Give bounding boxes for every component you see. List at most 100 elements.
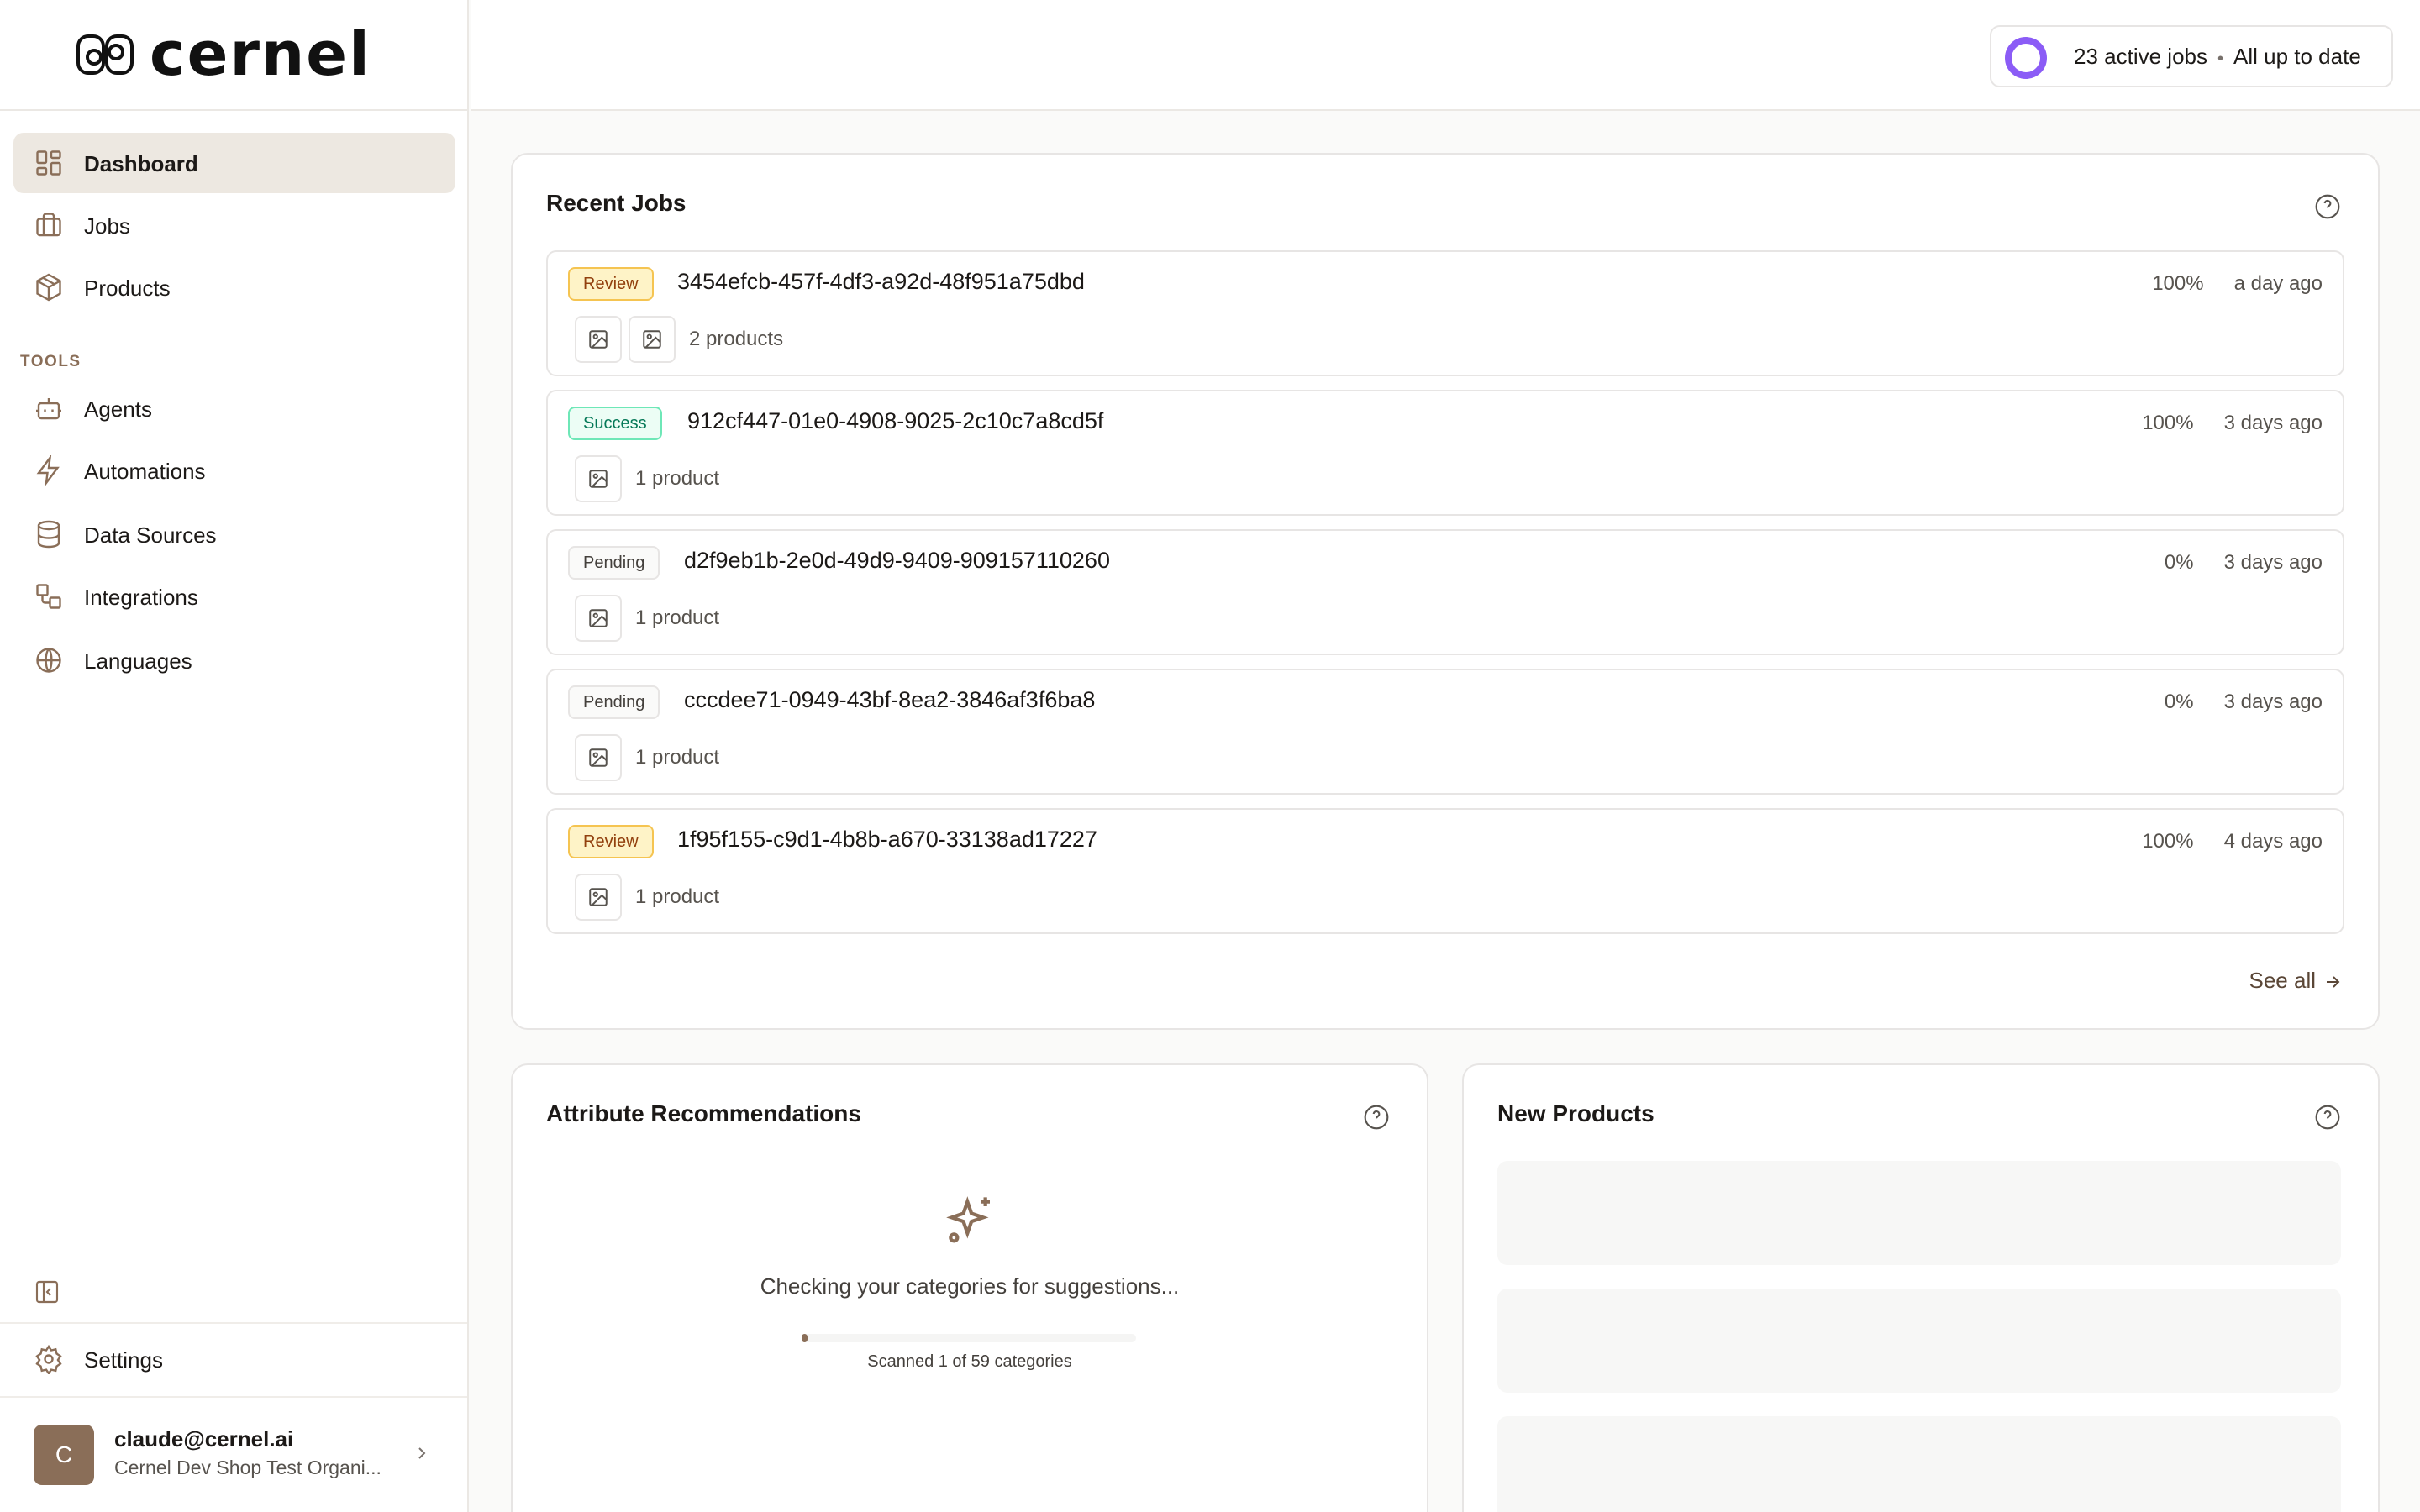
job-row[interactable]: Review 1f95f155-c9d1-4b8b-a670-33138ad17… — [546, 808, 2344, 934]
lightning-icon — [36, 455, 60, 486]
image-icon — [589, 609, 608, 627]
job-meta: 100% 3 days ago — [2142, 412, 2323, 435]
progress-ring-icon — [2005, 37, 2047, 79]
job-progress: 100% — [2152, 272, 2204, 295]
sidebar-item-label: Integrations — [84, 585, 198, 610]
scanned-status: Scanned 1 of 59 categories — [867, 1352, 1072, 1371]
job-progress: 100% — [2142, 830, 2194, 853]
status-badge: Review — [568, 267, 654, 301]
avatar: C — [34, 1425, 94, 1485]
sidebar-item-label: Dashboard — [84, 151, 198, 176]
divider — [0, 1322, 467, 1324]
sidebar-item-label: Jobs — [84, 213, 130, 239]
bot-icon — [36, 398, 61, 420]
sidebar-item-automations[interactable]: Automations — [13, 440, 455, 501]
user-org: Cernel Dev Shop Test Organi... — [114, 1457, 381, 1478]
sidebar-item-data-sources[interactable]: Data Sources — [13, 504, 455, 564]
product-count: 1 product — [635, 746, 720, 769]
card-title: Attribute Recommendations — [546, 1100, 861, 1126]
sidebar-item-dashboard[interactable]: Dashboard — [13, 133, 455, 193]
active-jobs-text: 23 active jobs • All up to date — [2074, 44, 2361, 70]
sidebar-item-label: Data Sources — [84, 522, 217, 548]
image-icon — [589, 748, 608, 767]
image-icon — [643, 330, 661, 349]
product-thumbnail[interactable] — [575, 734, 622, 781]
sidebar-item-settings[interactable]: Settings — [13, 1329, 455, 1389]
product-thumbnail[interactable] — [629, 316, 676, 363]
status-badge: Review — [568, 825, 654, 858]
sidebar-item-products[interactable]: Products — [13, 257, 455, 318]
job-progress: 100% — [2142, 412, 2194, 434]
jobs-status: All up to date — [2233, 44, 2361, 69]
see-all-link[interactable]: See all — [2249, 968, 2344, 994]
separator: • — [2217, 50, 2223, 68]
help-icon[interactable] — [2314, 1104, 2341, 1131]
product-count: 1 product — [635, 606, 720, 629]
sidebar-item-label: Languages — [84, 648, 192, 674]
product-count: 2 products — [689, 328, 784, 350]
collapse-sidebar-icon[interactable] — [34, 1278, 60, 1305]
job-row[interactable]: Review 3454efcb-457f-4df3-a92d-48f951a75… — [546, 250, 2344, 376]
sidebar-item-jobs[interactable]: Jobs — [13, 195, 455, 255]
sidebar-item-label: Agents — [84, 396, 152, 422]
user-menu[interactable]: C claude@cernel.ai Cernel Dev Shop Test … — [0, 1398, 467, 1512]
job-time: 3 days ago — [2223, 412, 2323, 434]
card-title: Recent Jobs — [546, 190, 687, 216]
loading-skeleton — [1497, 1416, 2341, 1512]
sidebar-item-integrations[interactable]: Integrations — [13, 566, 455, 627]
scan-progress-fill — [802, 1334, 808, 1342]
user-email: claude@cernel.ai — [114, 1426, 294, 1452]
sidebar-item-label: Products — [84, 276, 171, 301]
product-thumbnail[interactable] — [575, 455, 622, 502]
new-products-card: New Products — [1462, 1063, 2380, 1512]
status-badge: Pending — [568, 685, 660, 719]
arrow-right-icon — [2327, 976, 2340, 988]
chevron-right-icon — [418, 1447, 426, 1459]
sidebar-item-languages[interactable]: Languages — [13, 630, 455, 690]
sidebar-item-label: Automations — [84, 459, 206, 484]
job-row[interactable]: Pending d2f9eb1b-2e0d-49d9-9409-90915711… — [546, 529, 2344, 655]
job-id: cccdee71-0949-43bf-8ea2-3846af3f6ba8 — [684, 687, 1096, 712]
job-time: 3 days ago — [2223, 690, 2323, 713]
image-icon — [589, 470, 608, 488]
active-jobs-indicator[interactable]: 23 active jobs • All up to date — [1990, 25, 2393, 87]
image-icon — [589, 888, 608, 906]
sparkle-icon — [946, 1196, 990, 1243]
logo-area: cernel — [0, 0, 467, 111]
job-row[interactable]: Pending cccdee71-0949-43bf-8ea2-3846af3f… — [546, 669, 2344, 795]
product-thumbnail[interactable] — [575, 316, 622, 363]
checking-message: Checking your categories for suggestions… — [760, 1273, 1180, 1299]
job-id: 1f95f155-c9d1-4b8b-a670-33138ad17227 — [677, 827, 1097, 852]
job-progress: 0% — [2164, 690, 2194, 713]
help-icon[interactable] — [1363, 1104, 1390, 1131]
product-thumbnail[interactable] — [575, 874, 622, 921]
help-icon[interactable] — [2314, 193, 2341, 220]
product-count: 1 product — [635, 467, 720, 490]
recent-jobs-card: Recent Jobs Review 3454efcb-457f-4df3-a9… — [511, 153, 2380, 1030]
card-title: New Products — [1497, 1100, 1655, 1126]
dashboard-icon — [36, 150, 61, 176]
briefcase-icon — [36, 213, 61, 237]
job-id: d2f9eb1b-2e0d-49d9-9409-909157110260 — [684, 548, 1110, 573]
attribute-recommendations-card: Attribute Recommendations Checking your … — [511, 1063, 1428, 1512]
globe-icon — [36, 648, 61, 673]
integrations-icon — [36, 584, 61, 609]
job-time: 3 days ago — [2223, 551, 2323, 574]
active-jobs-count: 23 active jobs — [2074, 44, 2207, 69]
product-thumbnail[interactable] — [575, 595, 622, 642]
tools-section-label: TOOLS — [20, 353, 82, 370]
job-meta: 0% 3 days ago — [2165, 690, 2323, 714]
database-icon — [37, 520, 60, 549]
job-progress: 0% — [2164, 551, 2194, 574]
brand-logo[interactable]: cernel — [150, 18, 371, 89]
loading-skeleton — [1497, 1289, 2341, 1393]
product-count: 1 product — [635, 885, 720, 908]
job-row[interactable]: Success 912cf447-01e0-4908-9025-2c10c7a8… — [546, 390, 2344, 516]
loading-skeleton — [1497, 1161, 2341, 1265]
image-icon — [589, 330, 608, 349]
package-icon — [36, 273, 61, 302]
see-all-label: See all — [2249, 968, 2317, 993]
job-time: 4 days ago — [2223, 830, 2323, 853]
sidebar-item-agents[interactable]: Agents — [13, 378, 455, 438]
job-id: 3454efcb-457f-4df3-a92d-48f951a75dbd — [677, 269, 1085, 294]
